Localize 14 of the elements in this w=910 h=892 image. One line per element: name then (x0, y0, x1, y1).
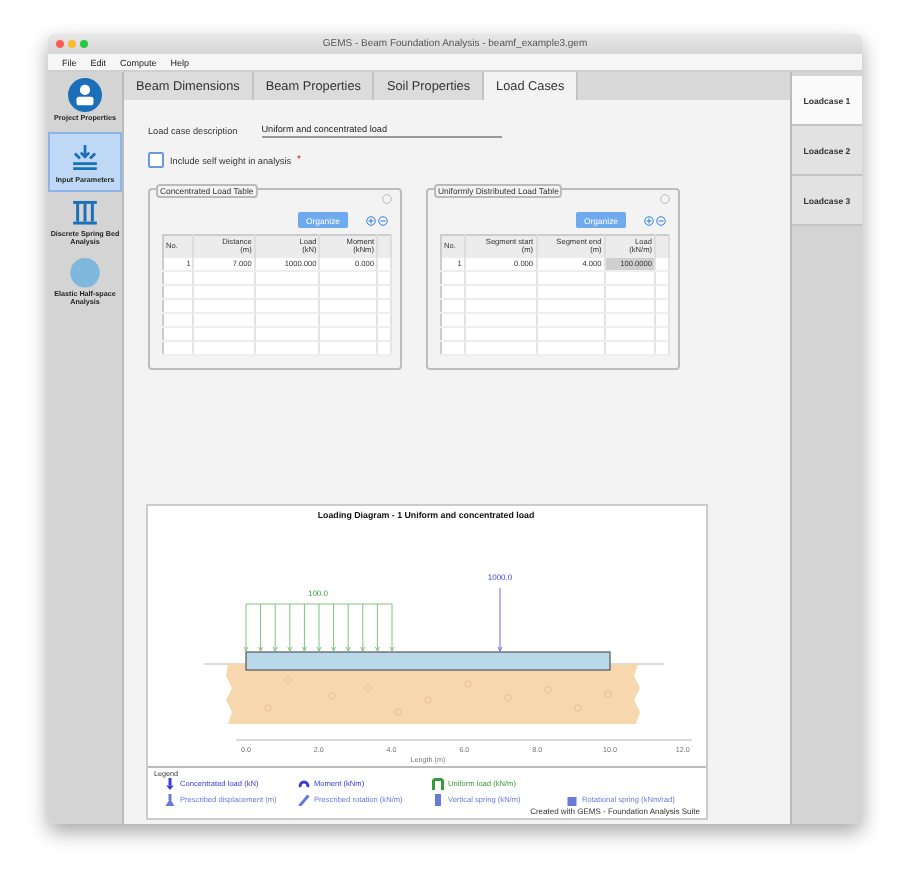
point-load-arrow (497, 587, 503, 652)
close-icon[interactable] (56, 40, 64, 48)
help-icon[interactable] (660, 194, 670, 204)
remove-icon[interactable] (378, 215, 388, 225)
sphere-icon (68, 258, 102, 288)
help-icon[interactable] (382, 194, 392, 204)
add-icon[interactable] (366, 215, 376, 225)
maximize-icon[interactable] (80, 40, 88, 48)
checkbox[interactable] (148, 152, 164, 168)
engineer-icon (68, 78, 102, 112)
arrows-down-icon (68, 140, 102, 174)
spring-bed-icon (68, 198, 102, 228)
add-icon[interactable] (644, 215, 654, 225)
remove-icon[interactable] (656, 215, 666, 225)
